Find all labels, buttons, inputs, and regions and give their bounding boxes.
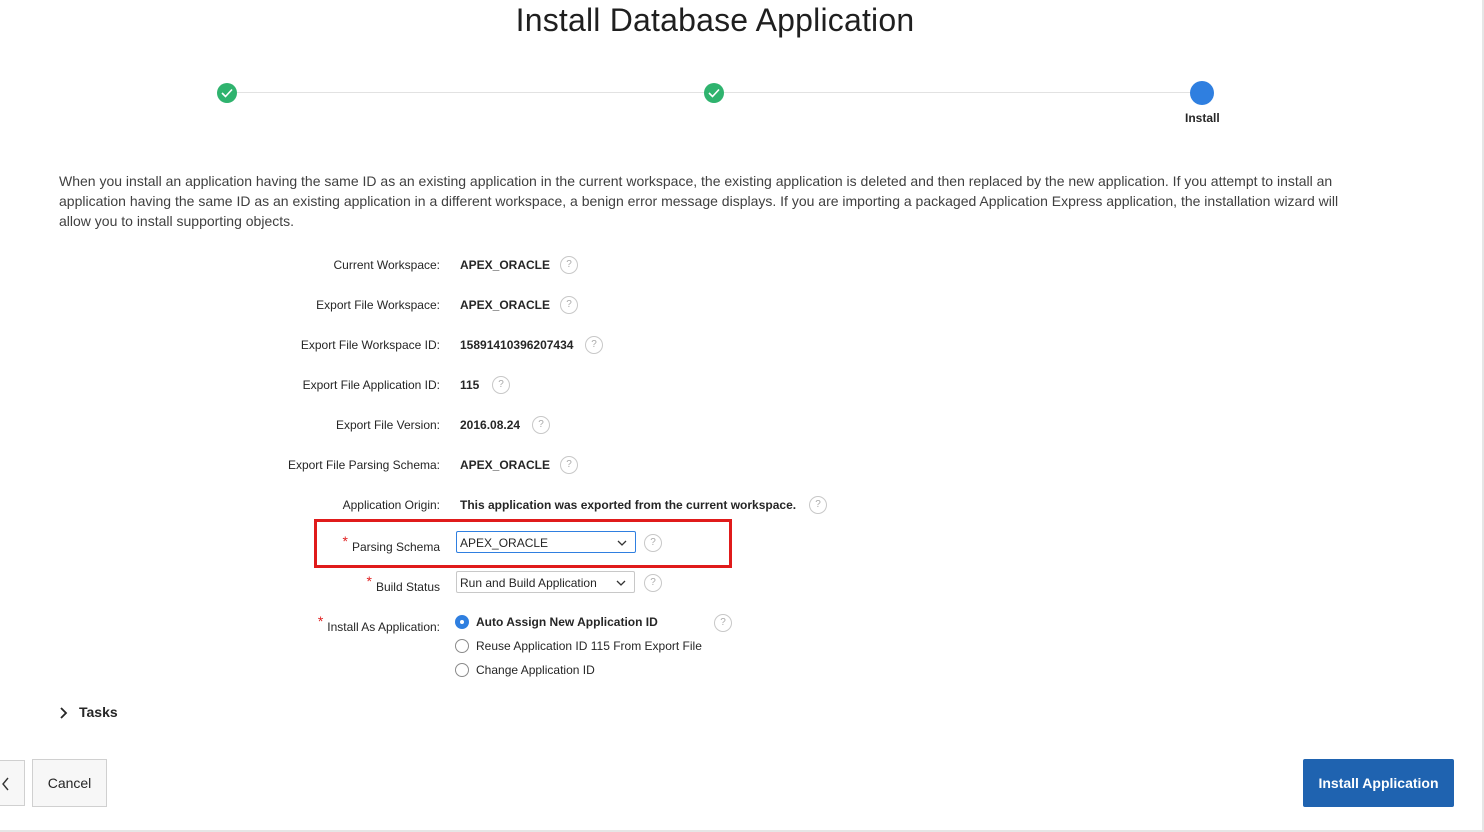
value-export-file-version: 2016.08.24 (460, 418, 521, 432)
help-icon[interactable]: ? (560, 296, 578, 314)
row-application-origin: Application Origin: This application was… (0, 493, 1000, 517)
value-current-workspace: APEX_ORACLE (460, 258, 551, 272)
help-icon[interactable]: ? (644, 534, 662, 552)
radio-button[interactable] (455, 663, 469, 677)
intro-text: When you install an application having t… (59, 173, 1339, 229)
help-icon[interactable]: ? (809, 496, 827, 514)
help-icon[interactable]: ? (560, 456, 578, 474)
row-export-file-workspace: Export File Workspace: APEX_ORACLE ? (0, 293, 1000, 317)
help-icon[interactable]: ? (492, 376, 510, 394)
chevron-down-icon (617, 540, 627, 546)
step-3-label: Install (1185, 111, 1220, 125)
radio-button[interactable] (455, 639, 469, 653)
build-status-select[interactable]: Run and Build Application (456, 571, 635, 593)
value-export-file-application-id: 115 (460, 378, 480, 392)
row-current-workspace: Current Workspace: APEX_ORACLE ? (0, 253, 1000, 277)
label-build-status: * Build Status (0, 573, 441, 594)
parsing-schema-select[interactable]: APEX_ORACLE (456, 531, 636, 553)
value-export-file-workspace: APEX_ORACLE (460, 298, 551, 312)
radio-label[interactable]: Reuse Application ID 115 From Export Fil… (476, 639, 702, 653)
label-text: Build Status (375, 580, 440, 594)
parsing-schema-selected-value: APEX_ORACLE (460, 536, 549, 550)
row-export-file-workspace-id: Export File Workspace ID: 15891410396207… (0, 333, 1000, 357)
help-icon[interactable]: ? (585, 336, 603, 354)
label-current-workspace: Current Workspace: (333, 258, 440, 272)
value-application-origin: This application was exported from the c… (460, 498, 797, 512)
chevron-right-icon (60, 707, 68, 719)
required-marker: * (366, 573, 372, 589)
label-parsing-schema: * Parsing Schema (0, 533, 441, 554)
value-export-file-workspace-id: 15891410396207434 (460, 338, 574, 352)
radio-label[interactable]: Auto Assign New Application ID (476, 615, 658, 629)
install-application-button[interactable]: Install Application (1303, 759, 1454, 807)
build-status-selected-value: Run and Build Application (460, 576, 597, 590)
label-export-file-workspace: Export File Workspace: (316, 298, 440, 312)
help-icon[interactable]: ? (532, 416, 550, 434)
label-install-as-application: * Install As Application: (0, 613, 440, 634)
chevron-down-icon (616, 580, 626, 586)
label-text: Install As Application: (327, 620, 440, 634)
label-export-file-workspace-id: Export File Workspace ID: (300, 338, 440, 352)
previous-button[interactable] (0, 760, 25, 806)
radio-label[interactable]: Change Application ID (476, 663, 595, 677)
label-export-file-parsing-schema: Export File Parsing Schema: (287, 458, 440, 472)
required-marker: * (342, 533, 348, 549)
chevron-left-icon (2, 777, 9, 791)
row-export-file-version: Export File Version: 2016.08.24 ? (0, 413, 1000, 437)
row-export-file-parsing-schema: Export File Parsing Schema: APEX_ORACLE … (0, 453, 1000, 477)
row-export-file-application-id: Export File Application ID: 115 ? (0, 373, 1000, 397)
label-export-file-version: Export File Version: (335, 418, 440, 432)
step-1-complete-icon (217, 83, 237, 103)
label-text: Parsing Schema (351, 540, 440, 554)
step-3-current-dot (1190, 81, 1214, 105)
value-export-file-parsing-schema: APEX_ORACLE (460, 458, 551, 472)
cancel-button[interactable]: Cancel (32, 759, 107, 807)
help-icon[interactable]: ? (560, 256, 578, 274)
step-2-complete-icon (704, 83, 724, 103)
tasks-label[interactable]: Tasks (79, 704, 118, 720)
radio-button-checked[interactable] (455, 615, 469, 629)
label-export-file-application-id: Export File Application ID: (302, 378, 440, 392)
row-build-status: * Build Status Run and Build Application … (0, 571, 1000, 597)
help-icon[interactable]: ? (714, 614, 732, 632)
page-title: Install Database Application (515, 2, 915, 38)
required-marker: * (317, 613, 324, 629)
row-parsing-schema: * Parsing Schema APEX_ORACLE ? (0, 531, 1000, 557)
label-application-origin: Application Origin: (342, 498, 440, 512)
help-icon[interactable]: ? (644, 574, 662, 592)
